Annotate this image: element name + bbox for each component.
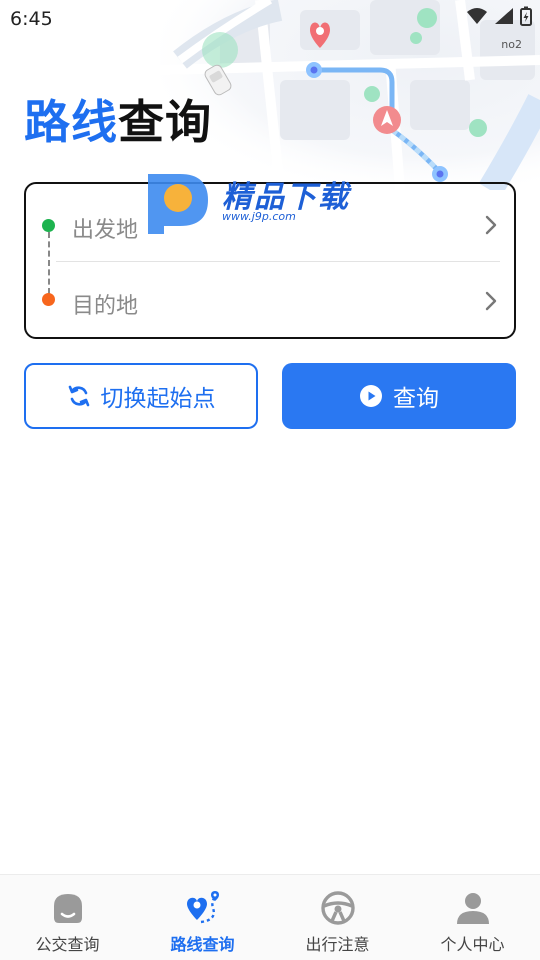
- chevron-right-icon: [485, 215, 497, 235]
- nav-item-travel-notes[interactable]: 出行注意: [270, 875, 405, 960]
- nav-label-personal-center: 个人中心: [440, 935, 505, 954]
- nav-item-route-query[interactable]: 路线查询: [135, 875, 270, 960]
- departure-field[interactable]: 出发地: [72, 212, 138, 244]
- wifi-icon: [467, 8, 487, 24]
- swap-refresh-icon: [68, 385, 89, 407]
- person-icon: [453, 889, 493, 927]
- swap-endpoints-button[interactable]: 切换起始点: [24, 363, 258, 429]
- departure-dot-icon: [42, 219, 55, 232]
- divider: [56, 261, 500, 262]
- bus-icon: [48, 889, 88, 927]
- page-title-part2: 查询: [118, 95, 212, 149]
- status-bar: 6:45 no2: [0, 0, 540, 51]
- watermark: 精品下载 www.j9p.com: [142, 166, 382, 236]
- steering-wheel-icon: [318, 889, 358, 927]
- nav-item-bus-query[interactable]: 公交查询: [0, 875, 135, 960]
- status-time: 6:45: [10, 8, 53, 30]
- nav-label-route-query: 路线查询: [170, 935, 235, 954]
- watermark-url: www.j9p.com: [222, 210, 296, 223]
- sim-label: no2: [501, 38, 522, 51]
- chevron-right-icon: [485, 291, 497, 311]
- destination-field[interactable]: 目的地: [72, 288, 138, 320]
- query-label: 查询: [393, 386, 439, 412]
- nav-label-bus-query: 公交查询: [35, 935, 100, 954]
- nav-item-personal-center[interactable]: 个人中心: [405, 875, 540, 960]
- route-icon: [183, 889, 223, 927]
- destination-dot-icon: [42, 293, 55, 306]
- query-button[interactable]: 查询: [282, 363, 516, 429]
- bottom-nav: 公交查询 路线查询 出行注意 个人中心: [0, 874, 540, 960]
- nav-label-travel-notes: 出行注意: [305, 935, 370, 954]
- page-title-part1: 路线: [24, 95, 118, 149]
- destination-row[interactable]: 目的地: [26, 264, 514, 340]
- play-icon: [360, 385, 382, 407]
- page-title: 路线查询: [24, 86, 212, 152]
- watermark-logo-icon: [148, 174, 208, 234]
- status-icons: [466, 6, 532, 26]
- cellular-signal-icon: [495, 8, 513, 24]
- battery-icon: [520, 6, 532, 26]
- swap-endpoints-label: 切换起始点: [100, 386, 216, 412]
